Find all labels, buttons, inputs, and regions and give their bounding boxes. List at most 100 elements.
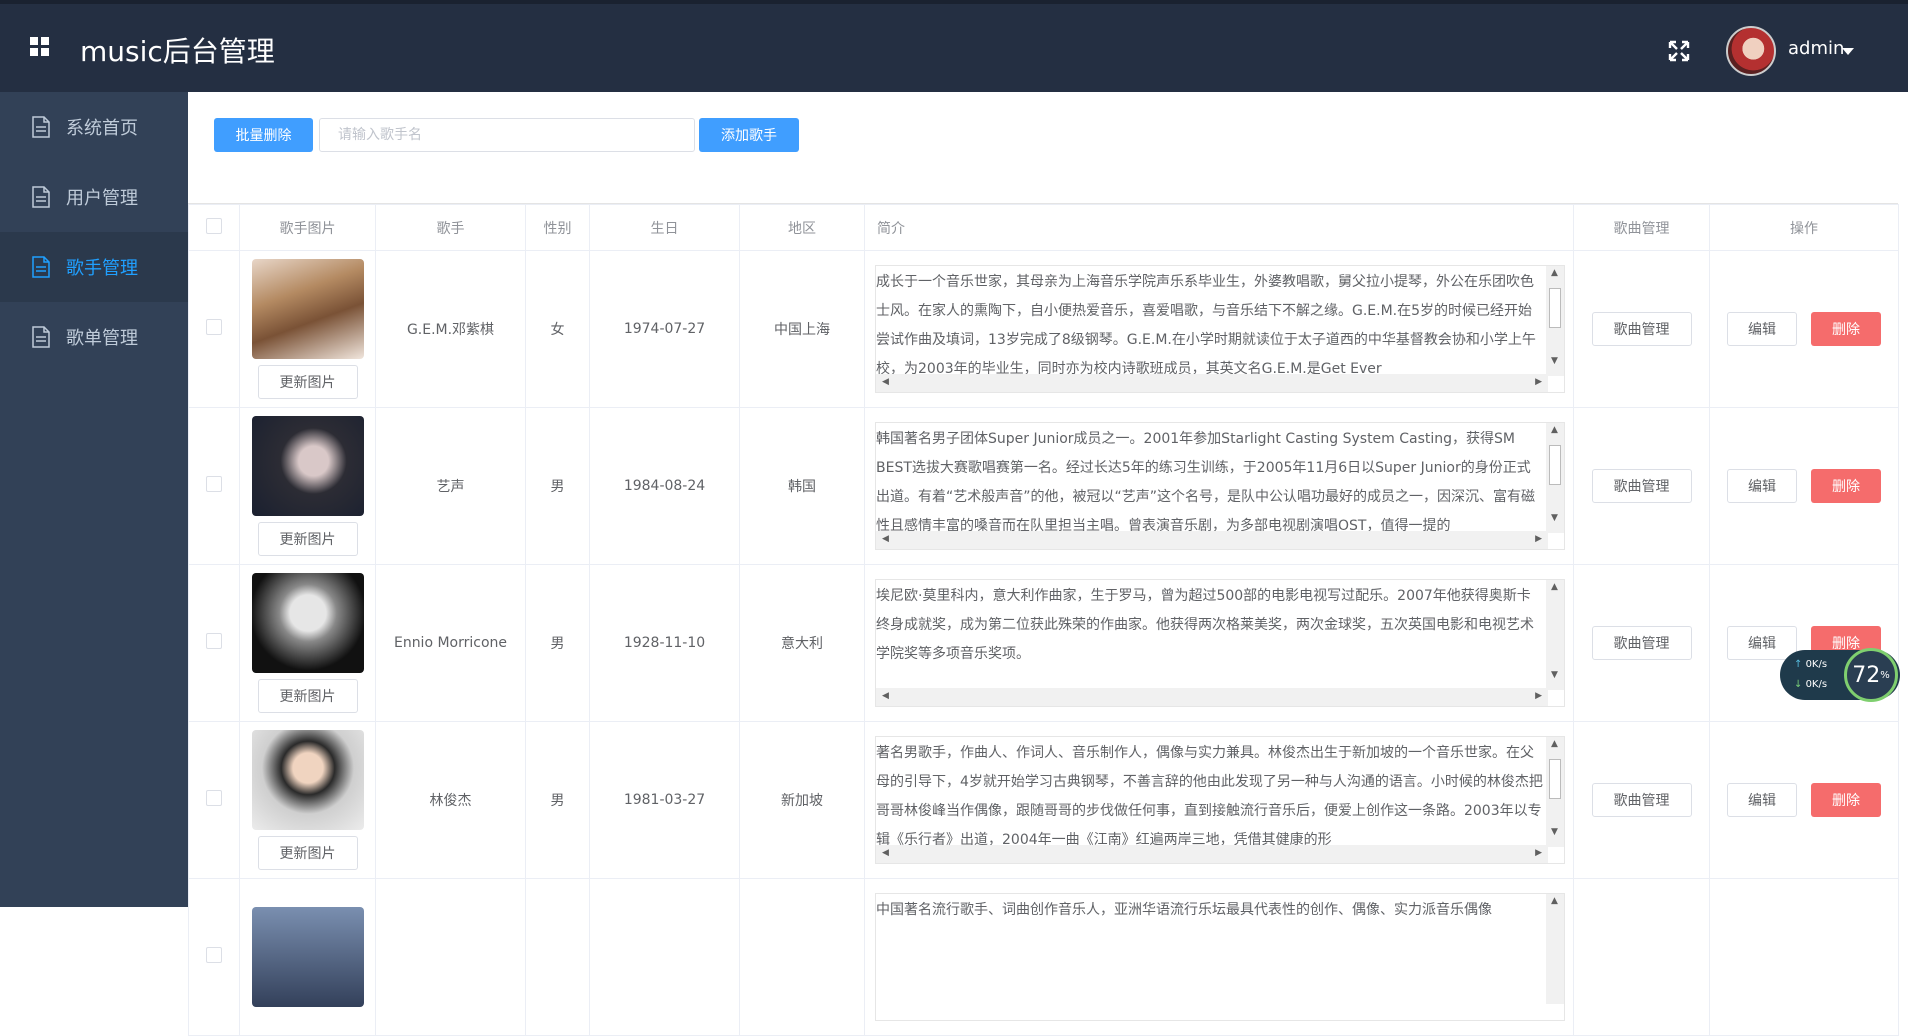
singer-pic-cell: 更新图片 [239,250,376,408]
singer-pic-cell [239,878,376,1036]
singer-intro-box[interactable]: 韩国著名男子团体Super Junior成员之一。2001年参加Starligh… [875,422,1565,550]
caret-down-icon[interactable] [1842,48,1854,55]
singer-intro: 成长于一个音乐世家，其母亲为上海音乐学院声乐系毕业生，外婆教唱歌，舅父拉小提琴，… [876,274,1536,374]
edit-button[interactable]: 编辑 [1727,469,1797,503]
download-speed: ↓ 0K/s [1794,679,1828,690]
add-singer-button[interactable]: 添加歌手 [699,118,799,152]
actions-cell: 编辑 删除 [1709,721,1899,879]
batch-delete-button[interactable]: 批量删除 [214,118,313,152]
singer-birthday: 1981-03-27 [589,721,740,879]
column-header: 歌曲管理 [1573,204,1710,251]
singer-intro-box[interactable]: 著名男歌手，作曲人、作词人、音乐制作人，偶像与实力兼具。林俊杰出生于新加坡的一个… [875,736,1565,864]
song-manage-button[interactable]: 歌曲管理 [1591,469,1692,503]
singer-name [375,878,526,1036]
main-content: 批量删除 添加歌手 歌手图片 歌手 性别 生日 地区 简介 歌曲管理 操作 [188,92,1908,1036]
horizontal-scrollbar[interactable]: ◀ ▶ [876,374,1548,392]
row-checkbox[interactable] [206,947,222,963]
sidebar-item-users[interactable]: 用户管理 [0,162,188,232]
singer-region: 意大利 [739,564,865,722]
actions-cell: 编辑 删除 [1709,407,1899,565]
user-avatar[interactable] [1726,26,1776,76]
vertical-scrollbar[interactable]: ▲ ▼ [1546,423,1564,533]
vertical-scrollbar[interactable]: ▲ [1546,894,1564,1004]
song-manage-cell [1573,878,1710,1036]
singer-intro-cell: 埃尼欧·莫里科内，意大利作曲家，生于罗马，曾为超过500部的电影电视写过配乐。2… [864,564,1574,722]
sidebar-item-label: 歌手管理 [66,258,138,279]
username-label[interactable]: admin [1788,38,1844,59]
sidebar-item-singers[interactable]: 歌手管理 [0,232,188,302]
row-select-cell [188,407,240,565]
edit-button[interactable]: 编辑 [1727,626,1797,660]
row-checkbox[interactable] [206,319,222,335]
horizontal-scrollbar[interactable]: ◀ ▶ [876,688,1548,706]
singer-intro-box[interactable]: 成长于一个音乐世家，其母亲为上海音乐学院声乐系毕业生，外婆教唱歌，舅父拉小提琴，… [875,265,1565,393]
singer-photo [251,259,364,359]
document-icon [32,256,50,278]
song-manage-button[interactable]: 歌曲管理 [1591,783,1692,817]
singer-photo [251,730,364,830]
column-header: 简介 [864,204,1574,251]
singer-gender: 女 [525,250,590,408]
row-checkbox[interactable] [206,476,222,492]
sidebar-item-playlists[interactable]: 歌单管理 [0,302,188,372]
singer-birthday: 1984-08-24 [589,407,740,565]
singer-pic-cell: 更新图片 [239,407,376,565]
horizontal-scrollbar[interactable]: ◀ ▶ [876,845,1548,863]
update-photo-button[interactable]: 更新图片 [257,522,358,556]
singer-table: 歌手图片 歌手 性别 生日 地区 简介 歌曲管理 操作 更新图片 G.E.M.邓… [188,204,1899,1036]
memory-percent-gauge: 72% [1844,648,1898,702]
row-checkbox[interactable] [206,790,222,806]
actions-cell: 编辑 删除 [1709,250,1899,408]
column-header: 生日 [589,204,740,251]
upload-speed: ↑ 0K/s [1794,659,1828,670]
sidebar-item-label: 用户管理 [66,188,138,209]
delete-button[interactable]: 删除 [1811,469,1881,503]
fullscreen-icon[interactable] [1668,40,1690,62]
singer-pic-cell: 更新图片 [239,721,376,879]
network-speed-widget[interactable]: ↑ 0K/s ↓ 0K/s 72% [1780,648,1900,702]
song-manage-cell: 歌曲管理 [1573,721,1710,879]
horizontal-scrollbar[interactable]: ◀ ▶ [876,531,1548,549]
update-photo-button[interactable]: 更新图片 [257,365,358,399]
select-all-checkbox[interactable] [206,217,222,234]
column-header: 性别 [525,204,590,251]
vertical-scrollbar[interactable]: ▲ ▼ [1546,266,1564,376]
singer-intro-box[interactable]: 中国著名流行歌手、词曲创作音乐人，亚洲华语流行乐坛最具代表性的创作、偶像、实力派… [875,893,1565,1021]
row-select-cell [188,721,240,879]
singer-photo [251,907,364,1007]
song-manage-button[interactable]: 歌曲管理 [1591,312,1692,346]
singer-intro: 著名男歌手，作曲人、作词人、音乐制作人，偶像与实力兼具。林俊杰出生于新加坡的一个… [876,745,1543,845]
sidebar-item-home[interactable]: 系统首页 [0,92,188,162]
document-icon [32,186,50,208]
sidebar-item-label: 系统首页 [66,118,138,139]
singer-name: 艺声 [375,407,526,565]
update-photo-button[interactable]: 更新图片 [257,679,358,713]
update-photo-button[interactable]: 更新图片 [257,836,358,870]
song-manage-cell: 歌曲管理 [1573,250,1710,408]
app-title: music后台管理 [80,35,275,68]
singer-gender: 男 [525,407,590,565]
row-checkbox[interactable] [206,633,222,649]
actions-cell [1709,878,1899,1036]
singer-photo [251,416,364,516]
singer-intro-box[interactable]: 埃尼欧·莫里科内，意大利作曲家，生于罗马，曾为超过500部的电影电视写过配乐。2… [875,579,1565,707]
vertical-scrollbar[interactable]: ▲ ▼ [1546,580,1564,690]
table-row: 更新图片 艺声 男 1984-08-24 韩国 韩国著名男子团体Super Ju… [188,407,1899,565]
singer-birthday: 1974-07-27 [589,250,740,408]
song-manage-cell: 歌曲管理 [1573,564,1710,722]
toolbar: 批量删除 添加歌手 [188,92,1898,204]
delete-button[interactable]: 删除 [1811,783,1881,817]
sidebar-item-label: 歌单管理 [66,328,138,349]
vertical-scrollbar[interactable]: ▲ ▼ [1546,737,1564,847]
delete-button[interactable]: 删除 [1811,312,1881,346]
song-manage-button[interactable]: 歌曲管理 [1591,626,1692,660]
table-row: 中国著名流行歌手、词曲创作音乐人，亚洲华语流行乐坛最具代表性的创作、偶像、实力派… [188,878,1899,1036]
singer-name: Ennio Morricone [375,564,526,722]
singer-search-input[interactable] [319,118,695,152]
edit-button[interactable]: 编辑 [1727,312,1797,346]
singer-region: 中国上海 [739,250,865,408]
apps-grid-icon[interactable] [30,37,50,57]
edit-button[interactable]: 编辑 [1727,783,1797,817]
row-select-cell [188,878,240,1036]
song-manage-cell: 歌曲管理 [1573,407,1710,565]
